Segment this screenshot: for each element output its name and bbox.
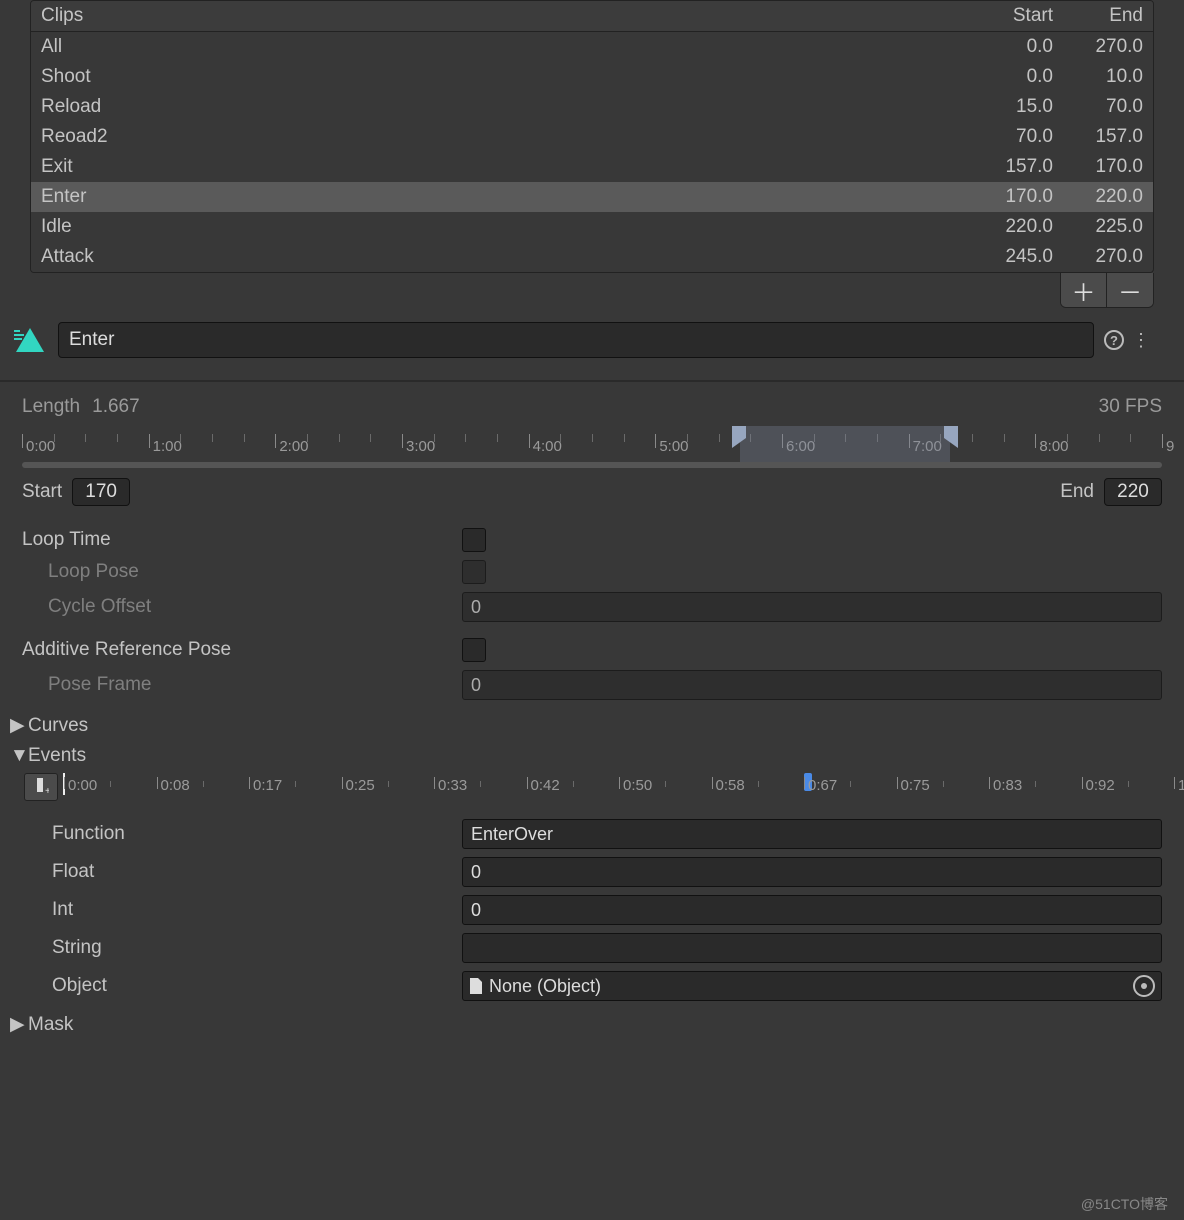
- end-label: End: [1060, 481, 1094, 503]
- cycle-offset-label: Cycle Offset: [22, 596, 462, 618]
- document-icon: [469, 978, 483, 994]
- triangle-down-icon: ▼: [10, 745, 24, 767]
- function-input[interactable]: [462, 819, 1162, 849]
- length-value: 1.667: [92, 396, 140, 418]
- clip-name: Reoad2: [41, 126, 973, 148]
- clip-name: Attack: [41, 246, 973, 268]
- events-timeline[interactable]: 0:000:080:170:250:330:420:500:580:670:75…: [64, 773, 1174, 803]
- additive-ref-label: Additive Reference Pose: [22, 639, 462, 661]
- object-field[interactable]: None (Object): [462, 971, 1162, 1001]
- clip-name: All: [41, 36, 973, 58]
- string-input[interactable]: [462, 933, 1162, 963]
- timeline-scrollbar[interactable]: [22, 462, 1162, 468]
- svg-text:+: +: [45, 786, 49, 796]
- object-label: Object: [52, 975, 462, 997]
- loop-time-checkbox[interactable]: [462, 528, 486, 552]
- loop-pose-label: Loop Pose: [22, 561, 462, 583]
- clip-end: 270.0: [1063, 246, 1143, 268]
- curves-foldout[interactable]: ▶ Curves: [10, 710, 1174, 741]
- cycle-offset-input[interactable]: [462, 592, 1162, 622]
- end-value-input[interactable]: 220: [1104, 478, 1162, 506]
- clip-end: 70.0: [1063, 96, 1143, 118]
- clip-start: 15.0: [973, 96, 1053, 118]
- clip-name: Reload: [41, 96, 973, 118]
- length-label: Length: [22, 396, 80, 418]
- clip-name: Shoot: [41, 66, 973, 88]
- object-picker-icon[interactable]: [1133, 975, 1155, 997]
- start-value-input[interactable]: 170: [72, 478, 130, 506]
- clip-end: 220.0: [1063, 186, 1143, 208]
- clips-header: Clips Start End: [31, 1, 1153, 32]
- clip-start: 170.0: [973, 186, 1053, 208]
- fps-label: 30 FPS: [1099, 396, 1162, 418]
- clip-end: 270.0: [1063, 36, 1143, 58]
- clip-name: Exit: [41, 156, 973, 178]
- additive-ref-checkbox[interactable]: [462, 638, 486, 662]
- function-label: Function: [52, 823, 462, 845]
- clip-start: 70.0: [973, 126, 1053, 148]
- clip-end: 10.0: [1063, 66, 1143, 88]
- float-input[interactable]: [462, 857, 1162, 887]
- clips-header-start: Start: [973, 5, 1053, 27]
- clip-start: 0.0: [973, 36, 1053, 58]
- clips-header-end: End: [1063, 5, 1143, 27]
- clip-start: 157.0: [973, 156, 1053, 178]
- triangle-right-icon: ▶: [10, 1013, 24, 1036]
- length-row: Length 1.667 30 FPS: [22, 390, 1162, 424]
- remove-clip-button[interactable]: －: [1107, 273, 1153, 307]
- divider: [0, 380, 1184, 382]
- clip-end: 225.0: [1063, 216, 1143, 238]
- clip-start: 245.0: [973, 246, 1053, 268]
- mask-foldout[interactable]: ▶ Mask: [10, 1009, 1174, 1040]
- clip-start: 220.0: [973, 216, 1053, 238]
- clips-table: Clips Start End All0.0 270.0 Shoot0.0 10.0 R…: [30, 0, 1154, 273]
- clip-row[interactable]: Exit157.0 170.0: [31, 152, 1153, 182]
- int-input[interactable]: [462, 895, 1162, 925]
- triangle-right-icon: ▶: [10, 714, 24, 737]
- clip-row[interactable]: Attack245.0 270.0: [31, 242, 1153, 272]
- start-label: Start: [22, 481, 62, 503]
- int-label: Int: [52, 899, 462, 921]
- help-icon[interactable]: ?: [1104, 330, 1124, 350]
- watermark: @51CTO博客: [1081, 1194, 1168, 1214]
- timeline-ruler[interactable]: 0:001:002:003:004:005:006:007:008:009: [22, 426, 1162, 462]
- clip-row[interactable]: All0.0 270.0: [31, 32, 1153, 62]
- animation-clip-icon: [12, 322, 48, 358]
- pose-frame-input[interactable]: [462, 670, 1162, 700]
- events-foldout[interactable]: ▼ Events: [10, 741, 1174, 771]
- clip-row[interactable]: Reload15.0 70.0: [31, 92, 1153, 122]
- object-value: None (Object): [489, 976, 1127, 997]
- clip-name: Idle: [41, 216, 973, 238]
- clip-row[interactable]: Enter170.0 220.0: [31, 182, 1153, 212]
- clip-name: Enter: [41, 186, 973, 208]
- range-end-handle[interactable]: [942, 426, 958, 448]
- timeline-range[interactable]: [740, 426, 950, 462]
- clip-row[interactable]: Reoad270.0 157.0: [31, 122, 1153, 152]
- float-label: Float: [52, 861, 462, 883]
- clip-start: 0.0: [973, 66, 1053, 88]
- kebab-menu-icon[interactable]: ⋮: [1128, 330, 1154, 351]
- loop-time-label: Loop Time: [22, 529, 462, 551]
- clips-header-name: Clips: [41, 5, 973, 27]
- clip-row[interactable]: Shoot0.0 10.0: [31, 62, 1153, 92]
- range-start-handle[interactable]: [732, 426, 748, 448]
- clip-add-remove: ＋ －: [1060, 273, 1154, 308]
- clip-end: 170.0: [1063, 156, 1143, 178]
- pose-frame-label: Pose Frame: [22, 674, 462, 696]
- clip-row[interactable]: Idle220.0 225.0: [31, 212, 1153, 242]
- loop-pose-checkbox[interactable]: [462, 560, 486, 584]
- add-event-button[interactable]: +: [24, 773, 58, 801]
- string-label: String: [52, 937, 462, 959]
- clip-name-input[interactable]: [58, 322, 1094, 358]
- add-clip-button[interactable]: ＋: [1061, 273, 1107, 307]
- clip-end: 157.0: [1063, 126, 1143, 148]
